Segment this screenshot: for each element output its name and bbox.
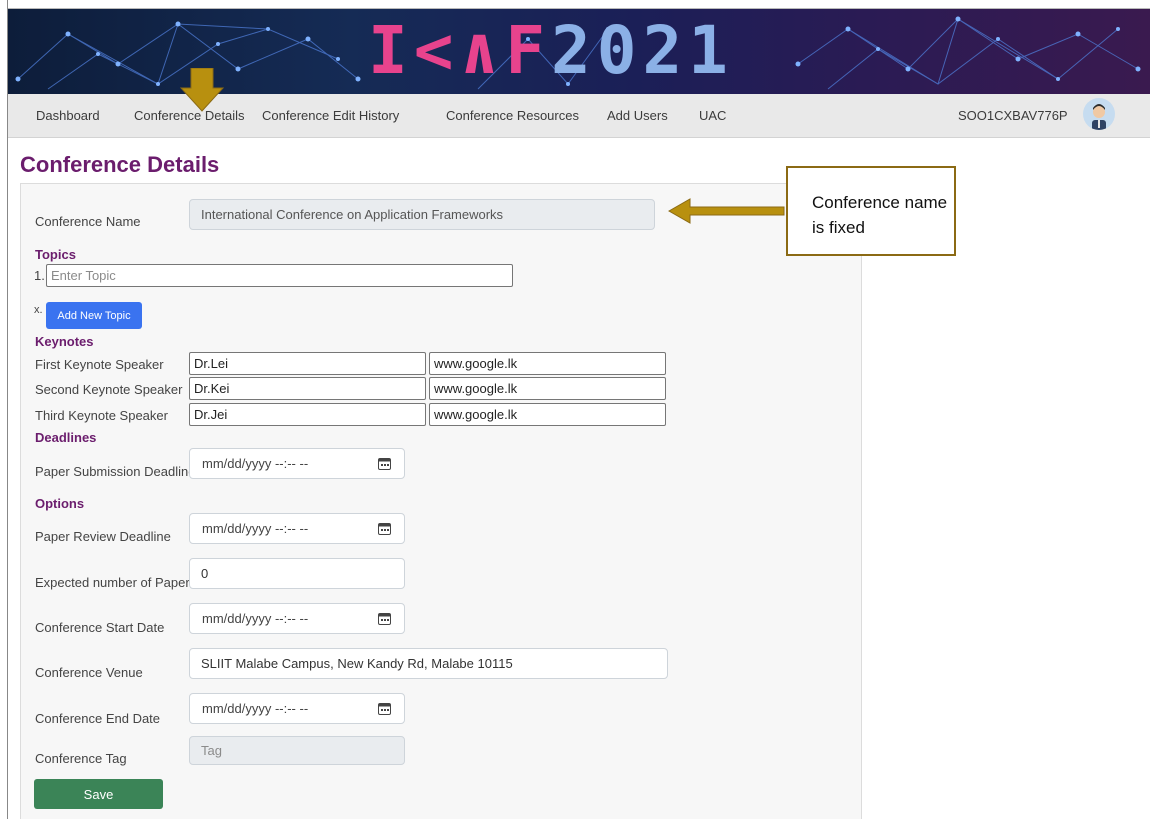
deadlines-heading: Deadlines — [35, 430, 97, 445]
start-date-input[interactable]: mm/dd/yyyy --:-- -- — [189, 603, 405, 634]
keynote-2-url-input[interactable] — [429, 377, 666, 400]
paper-submission-date-text: mm/dd/yyyy --:-- -- — [202, 456, 309, 471]
calendar-icon[interactable] — [378, 612, 391, 625]
venue-label: Conference Venue — [35, 665, 143, 680]
annotation-callout: Conference name is fixed — [786, 166, 956, 256]
topics-heading: Topics — [35, 247, 76, 262]
banner-logo-text: I<∧F2021 — [368, 15, 788, 87]
paper-review-date-text: mm/dd/yyyy --:-- -- — [202, 521, 309, 536]
nav-conference-resources[interactable]: Conference Resources — [446, 108, 579, 123]
options-heading: Options — [35, 496, 85, 511]
end-date-text: mm/dd/yyyy --:-- -- — [202, 701, 309, 716]
nav-add-users[interactable]: Add Users — [607, 108, 668, 123]
end-date-input[interactable]: mm/dd/yyyy --:-- -- — [189, 693, 405, 724]
topic-number: 1. — [34, 268, 45, 283]
keynotes-heading: Keynotes — [35, 334, 94, 349]
conference-details-card: Conference Name Topics 1. x. Add New Top… — [20, 183, 862, 819]
topic-input[interactable] — [46, 264, 513, 287]
calendar-icon[interactable] — [378, 522, 391, 535]
end-date-label: Conference End Date — [35, 711, 161, 726]
keynote-1-url-input[interactable] — [429, 352, 666, 375]
keynote-2-label: Second Keynote Speaker — [35, 382, 183, 397]
annotation-arrow-left-icon — [668, 198, 785, 224]
start-date-text: mm/dd/yyyy --:-- -- — [202, 611, 309, 626]
calendar-icon[interactable] — [378, 457, 391, 470]
paper-review-label: Paper Review Deadline — [35, 529, 171, 544]
annotation-callout-text: Conference name is fixed — [812, 193, 948, 237]
banner-title-part-a: I< — [368, 12, 460, 89]
user-id-label[interactable]: SOO1CXBAV776P — [958, 108, 1068, 123]
conference-name-field — [189, 199, 655, 230]
nav-conference-edit-history[interactable]: Conference Edit History — [262, 108, 399, 123]
user-avatar[interactable] — [1083, 98, 1115, 130]
paper-submission-label: Paper Submission Deadline — [35, 464, 196, 479]
expected-papers-label: Expected number of Papers — [35, 575, 197, 590]
nav-uac[interactable]: UAC — [699, 108, 726, 123]
keynote-1-name-input[interactable] — [189, 352, 426, 375]
keynote-2-name-input[interactable] — [189, 377, 426, 400]
tag-label: Conference Tag — [35, 751, 127, 766]
keynote-1-label: First Keynote Speaker — [35, 357, 164, 372]
user-avatar-icon — [1092, 104, 1106, 130]
paper-review-date-input[interactable]: mm/dd/yyyy --:-- -- — [189, 513, 405, 544]
page-title: Conference Details — [20, 152, 220, 177]
expected-papers-input[interactable] — [189, 558, 405, 589]
calendar-icon[interactable] — [378, 702, 391, 715]
banner-title-part-b: ∧F — [459, 12, 551, 89]
tag-input — [189, 736, 405, 765]
save-button[interactable]: Save — [34, 779, 163, 809]
keynote-3-name-input[interactable] — [189, 403, 426, 426]
keynote-3-url-input[interactable] — [429, 403, 666, 426]
annotation-arrow-down-icon — [180, 68, 224, 112]
nav-dashboard[interactable]: Dashboard — [36, 108, 100, 123]
paper-submission-date-input[interactable]: mm/dd/yyyy --:-- -- — [189, 448, 405, 479]
topic-marker: x. — [34, 304, 43, 316]
keynote-3-label: Third Keynote Speaker — [35, 408, 168, 423]
banner-title-part-c: 2021 — [550, 12, 734, 89]
conference-name-label: Conference Name — [35, 214, 141, 229]
add-new-topic-button[interactable]: Add New Topic — [46, 302, 142, 329]
start-date-label: Conference Start Date — [35, 620, 165, 635]
venue-input[interactable] — [189, 648, 668, 679]
